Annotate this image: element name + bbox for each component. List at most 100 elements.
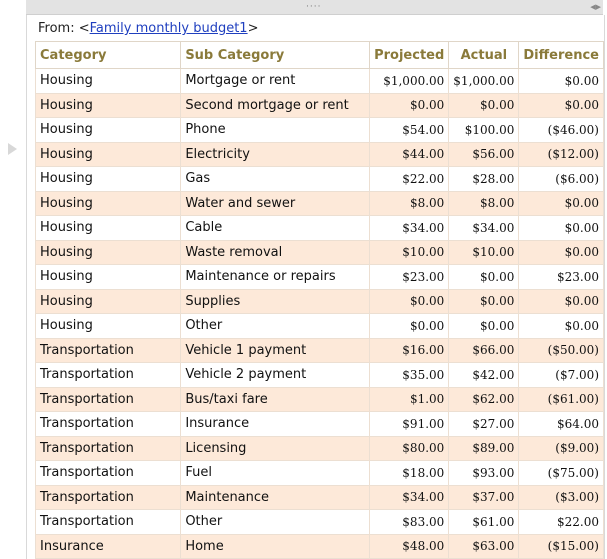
cell-projected[interactable]: $80.00 [369, 435, 450, 461]
cell-actual[interactable]: $28.00 [448, 166, 520, 192]
cell-difference[interactable]: $23.00 [518, 264, 604, 290]
cell-projected[interactable]: $34.00 [369, 484, 450, 510]
cell-difference[interactable]: ($3.00) [518, 484, 604, 510]
cell-difference[interactable]: ($7.00) [518, 362, 604, 388]
cell-projected[interactable]: $48.00 [369, 533, 450, 559]
cell-projected[interactable]: $16.00 [369, 337, 450, 363]
cell-category[interactable]: Housing [34, 288, 182, 314]
cell-projected[interactable]: $8.00 [369, 190, 450, 216]
cell-category[interactable]: Housing [34, 313, 182, 339]
cell-category[interactable]: Housing [34, 141, 182, 167]
cell-actual[interactable]: $8.00 [448, 190, 520, 216]
cell-category[interactable]: Housing [34, 68, 182, 94]
cell-sub-category[interactable]: Home [180, 533, 371, 559]
cell-sub-category[interactable]: Cable [180, 215, 371, 241]
cell-sub-category[interactable]: Vehicle 1 payment [180, 337, 371, 363]
cell-sub-category[interactable]: Insurance [180, 411, 371, 437]
resize-arrows-icon[interactable]: ◀▶ [590, 2, 601, 12]
cell-category[interactable]: Housing [34, 215, 182, 241]
cell-category[interactable]: Transportation [34, 484, 182, 510]
cell-actual[interactable]: $89.00 [448, 435, 520, 461]
cell-category[interactable]: Transportation [34, 509, 182, 535]
cell-actual[interactable]: $0.00 [448, 264, 520, 290]
cell-sub-category[interactable]: Supplies [180, 288, 371, 314]
cell-projected[interactable]: $0.00 [369, 288, 450, 314]
cell-actual[interactable]: $27.00 [448, 411, 520, 437]
cell-sub-category[interactable]: Bus/taxi fare [180, 386, 371, 412]
cell-projected[interactable]: $34.00 [369, 215, 450, 241]
cell-projected[interactable]: $35.00 [369, 362, 450, 388]
cell-projected[interactable]: $91.00 [369, 411, 450, 437]
cell-difference[interactable]: ($12.00) [518, 141, 604, 167]
cell-projected[interactable]: $83.00 [369, 509, 450, 535]
cell-sub-category[interactable]: Water and sewer [180, 190, 371, 216]
cell-actual[interactable]: $10.00 [448, 239, 520, 265]
cell-actual[interactable]: $62.00 [448, 386, 520, 412]
cell-actual[interactable]: $0.00 [448, 313, 520, 339]
cell-difference[interactable]: ($6.00) [518, 166, 604, 192]
cell-projected[interactable]: $0.00 [369, 92, 450, 118]
paragraph-handle-icon[interactable] [8, 143, 17, 155]
cell-difference[interactable]: $0.00 [518, 68, 604, 94]
cell-sub-category[interactable]: Maintenance [180, 484, 371, 510]
cell-category[interactable]: Housing [34, 190, 182, 216]
cell-category[interactable]: Housing [34, 239, 182, 265]
cell-difference[interactable]: ($46.00) [518, 117, 604, 143]
drag-handle-icon[interactable]: ···· [306, 2, 321, 12]
cell-category[interactable]: Insurance [34, 533, 182, 559]
note-container-topbar[interactable]: ···· ◀▶ [26, 0, 603, 15]
cell-difference[interactable]: ($9.00) [518, 435, 604, 461]
cell-category[interactable]: Transportation [34, 337, 182, 363]
cell-category[interactable]: Transportation [34, 460, 182, 486]
cell-projected[interactable]: $0.00 [369, 313, 450, 339]
cell-actual[interactable]: $100.00 [448, 117, 520, 143]
cell-difference[interactable]: ($50.00) [518, 337, 604, 363]
cell-category[interactable]: Transportation [34, 386, 182, 412]
cell-difference[interactable]: $0.00 [518, 190, 604, 216]
cell-category[interactable]: Transportation [34, 411, 182, 437]
cell-difference[interactable]: $0.00 [518, 92, 604, 118]
cell-category[interactable]: Housing [34, 166, 182, 192]
cell-sub-category[interactable]: Other [180, 509, 371, 535]
cell-actual[interactable]: $1,000.00 [448, 68, 520, 94]
cell-category[interactable]: Housing [34, 264, 182, 290]
cell-projected[interactable]: $18.00 [369, 460, 450, 486]
cell-category[interactable]: Transportation [34, 435, 182, 461]
cell-difference[interactable]: $0.00 [518, 313, 604, 339]
cell-difference[interactable]: ($75.00) [518, 460, 604, 486]
cell-actual[interactable]: $37.00 [448, 484, 520, 510]
cell-difference[interactable]: $22.00 [518, 509, 604, 535]
cell-projected[interactable]: $23.00 [369, 264, 450, 290]
cell-sub-category[interactable]: Second mortgage or rent [180, 92, 371, 118]
cell-actual[interactable]: $42.00 [448, 362, 520, 388]
cell-actual[interactable]: $0.00 [448, 92, 520, 118]
cell-projected[interactable]: $1.00 [369, 386, 450, 412]
cell-actual[interactable]: $61.00 [448, 509, 520, 535]
cell-difference[interactable]: $64.00 [518, 411, 604, 437]
source-link[interactable]: Family monthly budget1 [90, 21, 248, 36]
cell-category[interactable]: Transportation [34, 362, 182, 388]
cell-difference[interactable]: $0.00 [518, 239, 604, 265]
cell-sub-category[interactable]: Waste removal [180, 239, 371, 265]
cell-sub-category[interactable]: Electricity [180, 141, 371, 167]
cell-sub-category[interactable]: Fuel [180, 460, 371, 486]
cell-difference[interactable]: $0.00 [518, 288, 604, 314]
cell-sub-category[interactable]: Maintenance or repairs [180, 264, 371, 290]
cell-difference[interactable]: $0.00 [518, 215, 604, 241]
cell-actual[interactable]: $34.00 [448, 215, 520, 241]
cell-difference[interactable]: ($61.00) [518, 386, 604, 412]
cell-sub-category[interactable]: Licensing [180, 435, 371, 461]
cell-difference[interactable]: ($15.00) [518, 533, 604, 559]
cell-projected[interactable]: $1,000.00 [369, 68, 450, 94]
cell-projected[interactable]: $54.00 [369, 117, 450, 143]
cell-sub-category[interactable]: Vehicle 2 payment [180, 362, 371, 388]
cell-sub-category[interactable]: Mortgage or rent [180, 68, 371, 94]
cell-actual[interactable]: $0.00 [448, 288, 520, 314]
cell-projected[interactable]: $44.00 [369, 141, 450, 167]
cell-projected[interactable]: $10.00 [369, 239, 450, 265]
cell-sub-category[interactable]: Other [180, 313, 371, 339]
cell-projected[interactable]: $22.00 [369, 166, 450, 192]
cell-category[interactable]: Housing [34, 92, 182, 118]
cell-sub-category[interactable]: Phone [180, 117, 371, 143]
cell-actual[interactable]: $66.00 [448, 337, 520, 363]
